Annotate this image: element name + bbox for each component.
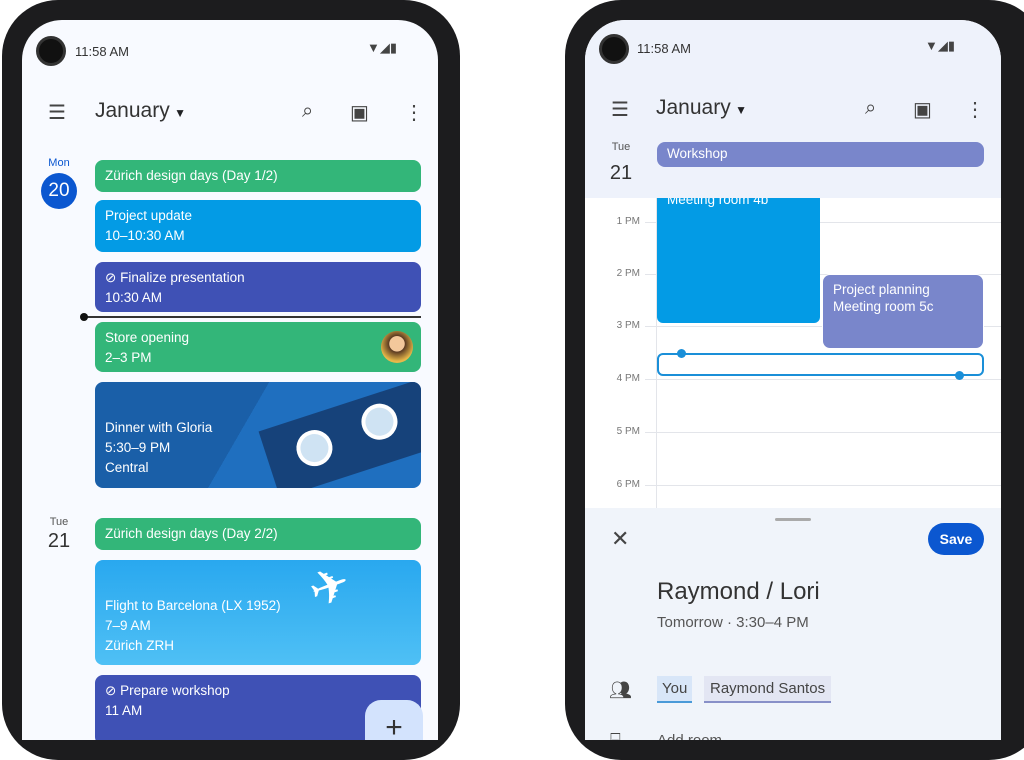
quick-create-sheet: ✕ Save Raymond / Lori Tomorrow · 3:30–4 … <box>585 508 1001 740</box>
menu-icon[interactable]: ☰ <box>48 100 66 125</box>
calendar-today-icon[interactable]: ▣ <box>350 100 369 125</box>
event-time: 10–10:30 AM <box>105 228 185 243</box>
event-title: Flight to Barcelona (LX 1952) <box>105 598 281 613</box>
hour-label: 5 PM <box>616 426 640 437</box>
status-time: 11:58 AM <box>637 41 691 56</box>
create-fab[interactable]: + <box>365 700 423 740</box>
event-item[interactable]: Project update 10–10:30 AM <box>95 200 421 252</box>
allday-event[interactable]: Workshop <box>657 142 984 167</box>
more-icon[interactable]: ⋮ <box>965 97 985 122</box>
header-mask <box>657 170 984 198</box>
close-icon[interactable]: ✕ <box>611 526 629 552</box>
day-view-screen: 11:58 AM ▼◢▮ ☰ January ▼ ⌕ ▣ ⋮ Tue 21 Wo… <box>585 20 1001 740</box>
caret-down-icon: ▼ <box>174 106 187 120</box>
event-time: 5:30–9 PM <box>105 440 171 455</box>
event-item[interactable]: Project planning Meeting room 5c <box>822 274 984 349</box>
caret-down-icon: ▼ <box>735 103 748 117</box>
event-item[interactable]: ⊘ Finalize presentation 10:30 AM <box>95 262 421 312</box>
now-line <box>80 313 421 321</box>
event-title: Prepare workshop <box>120 683 230 698</box>
menu-icon[interactable]: ☰ <box>611 97 629 122</box>
event-title: Zürich design days (Day 2/2) <box>105 526 278 541</box>
month-selector[interactable]: January ▼ <box>95 99 186 123</box>
schedule-screen: 11:58 AM ▼◢▮ ☰ January ▼ ⌕ ▣ ⋮ Mon 20 Zü… <box>22 20 438 740</box>
day-label: Mon <box>48 157 70 169</box>
month-label: January <box>656 96 731 119</box>
calendar-today-icon[interactable]: ▣ <box>913 97 932 122</box>
status-time: 11:58 AM <box>75 44 129 59</box>
avatar <box>381 331 413 363</box>
hour-label: 3 PM <box>616 320 640 331</box>
day-label: Tue <box>49 516 69 528</box>
save-button[interactable]: Save <box>928 523 984 555</box>
event-when[interactable]: Tomorrow · 3:30–4 PM <box>657 614 809 631</box>
hour-label: 2 PM <box>616 268 640 279</box>
event-item[interactable]: Dinner with Gloria 5:30–9 PM Central <box>95 382 421 488</box>
event-title: Finalize presentation <box>120 270 245 285</box>
event-title: Dinner with Gloria <box>105 420 213 435</box>
event-time: 7–9 AM <box>105 618 151 633</box>
month-label: January <box>95 99 170 122</box>
event-title: Project planning <box>833 282 930 297</box>
event-item[interactable]: Store opening 2–3 PM <box>95 322 421 372</box>
guest-chip[interactable]: You <box>657 676 693 703</box>
day-date[interactable]: 21 <box>40 530 78 553</box>
event-title: Store opening <box>105 330 190 345</box>
camera-icon <box>599 34 629 64</box>
task-check-icon: ⊘ <box>105 270 117 285</box>
event-time: 2–3 PM <box>105 350 152 365</box>
event-title[interactable]: Raymond / Lori <box>657 578 820 606</box>
hour-label: 1 PM <box>616 216 640 227</box>
event-item[interactable]: Zürich design days (Day 1/2) <box>95 160 421 192</box>
search-icon[interactable]: ⌕ <box>865 97 876 120</box>
people-icon: 👥︎ <box>609 680 632 700</box>
event-title: Workshop <box>667 146 728 161</box>
event-time: 10:30 AM <box>105 290 163 305</box>
sheet-handle[interactable] <box>775 518 811 521</box>
camera-icon <box>36 36 66 66</box>
hour-label: 6 PM <box>616 479 640 490</box>
add-room-field[interactable]: Add room <box>657 732 722 740</box>
day-label: Tue <box>611 141 631 153</box>
month-selector[interactable]: January ▼ <box>656 96 747 120</box>
event-title: Project update <box>105 208 193 223</box>
event-title: Zürich design days (Day 1/2) <box>105 168 278 183</box>
guest-chip[interactable]: Raymond Santos <box>704 676 832 703</box>
event-location: Zürich ZRH <box>105 638 175 653</box>
search-icon[interactable]: ⌕ <box>302 100 313 123</box>
status-icons: ▼◢▮ <box>925 38 956 53</box>
more-icon[interactable]: ⋮ <box>404 100 424 125</box>
day-date[interactable]: 21 <box>601 162 641 185</box>
event-item[interactable]: Meeting room 4b <box>657 180 820 323</box>
task-check-icon: ⊘ <box>105 683 117 698</box>
event-item[interactable]: Zürich design days (Day 2/2) <box>95 518 421 550</box>
drag-handle-bottom[interactable] <box>955 371 964 380</box>
day-date-today[interactable]: 20 <box>41 173 77 209</box>
new-event-selection[interactable] <box>657 349 984 380</box>
event-location: Central <box>105 460 149 475</box>
room-icon: ⌸ <box>610 730 621 740</box>
hour-label: 4 PM <box>616 373 640 384</box>
status-icons: ▼◢▮ <box>367 40 398 55</box>
drag-handle-top[interactable] <box>677 349 686 358</box>
event-item[interactable]: ✈ Flight to Barcelona (LX 1952) 7–9 AM Zür… <box>95 560 421 665</box>
event-location: Meeting room 5c <box>833 299 934 314</box>
